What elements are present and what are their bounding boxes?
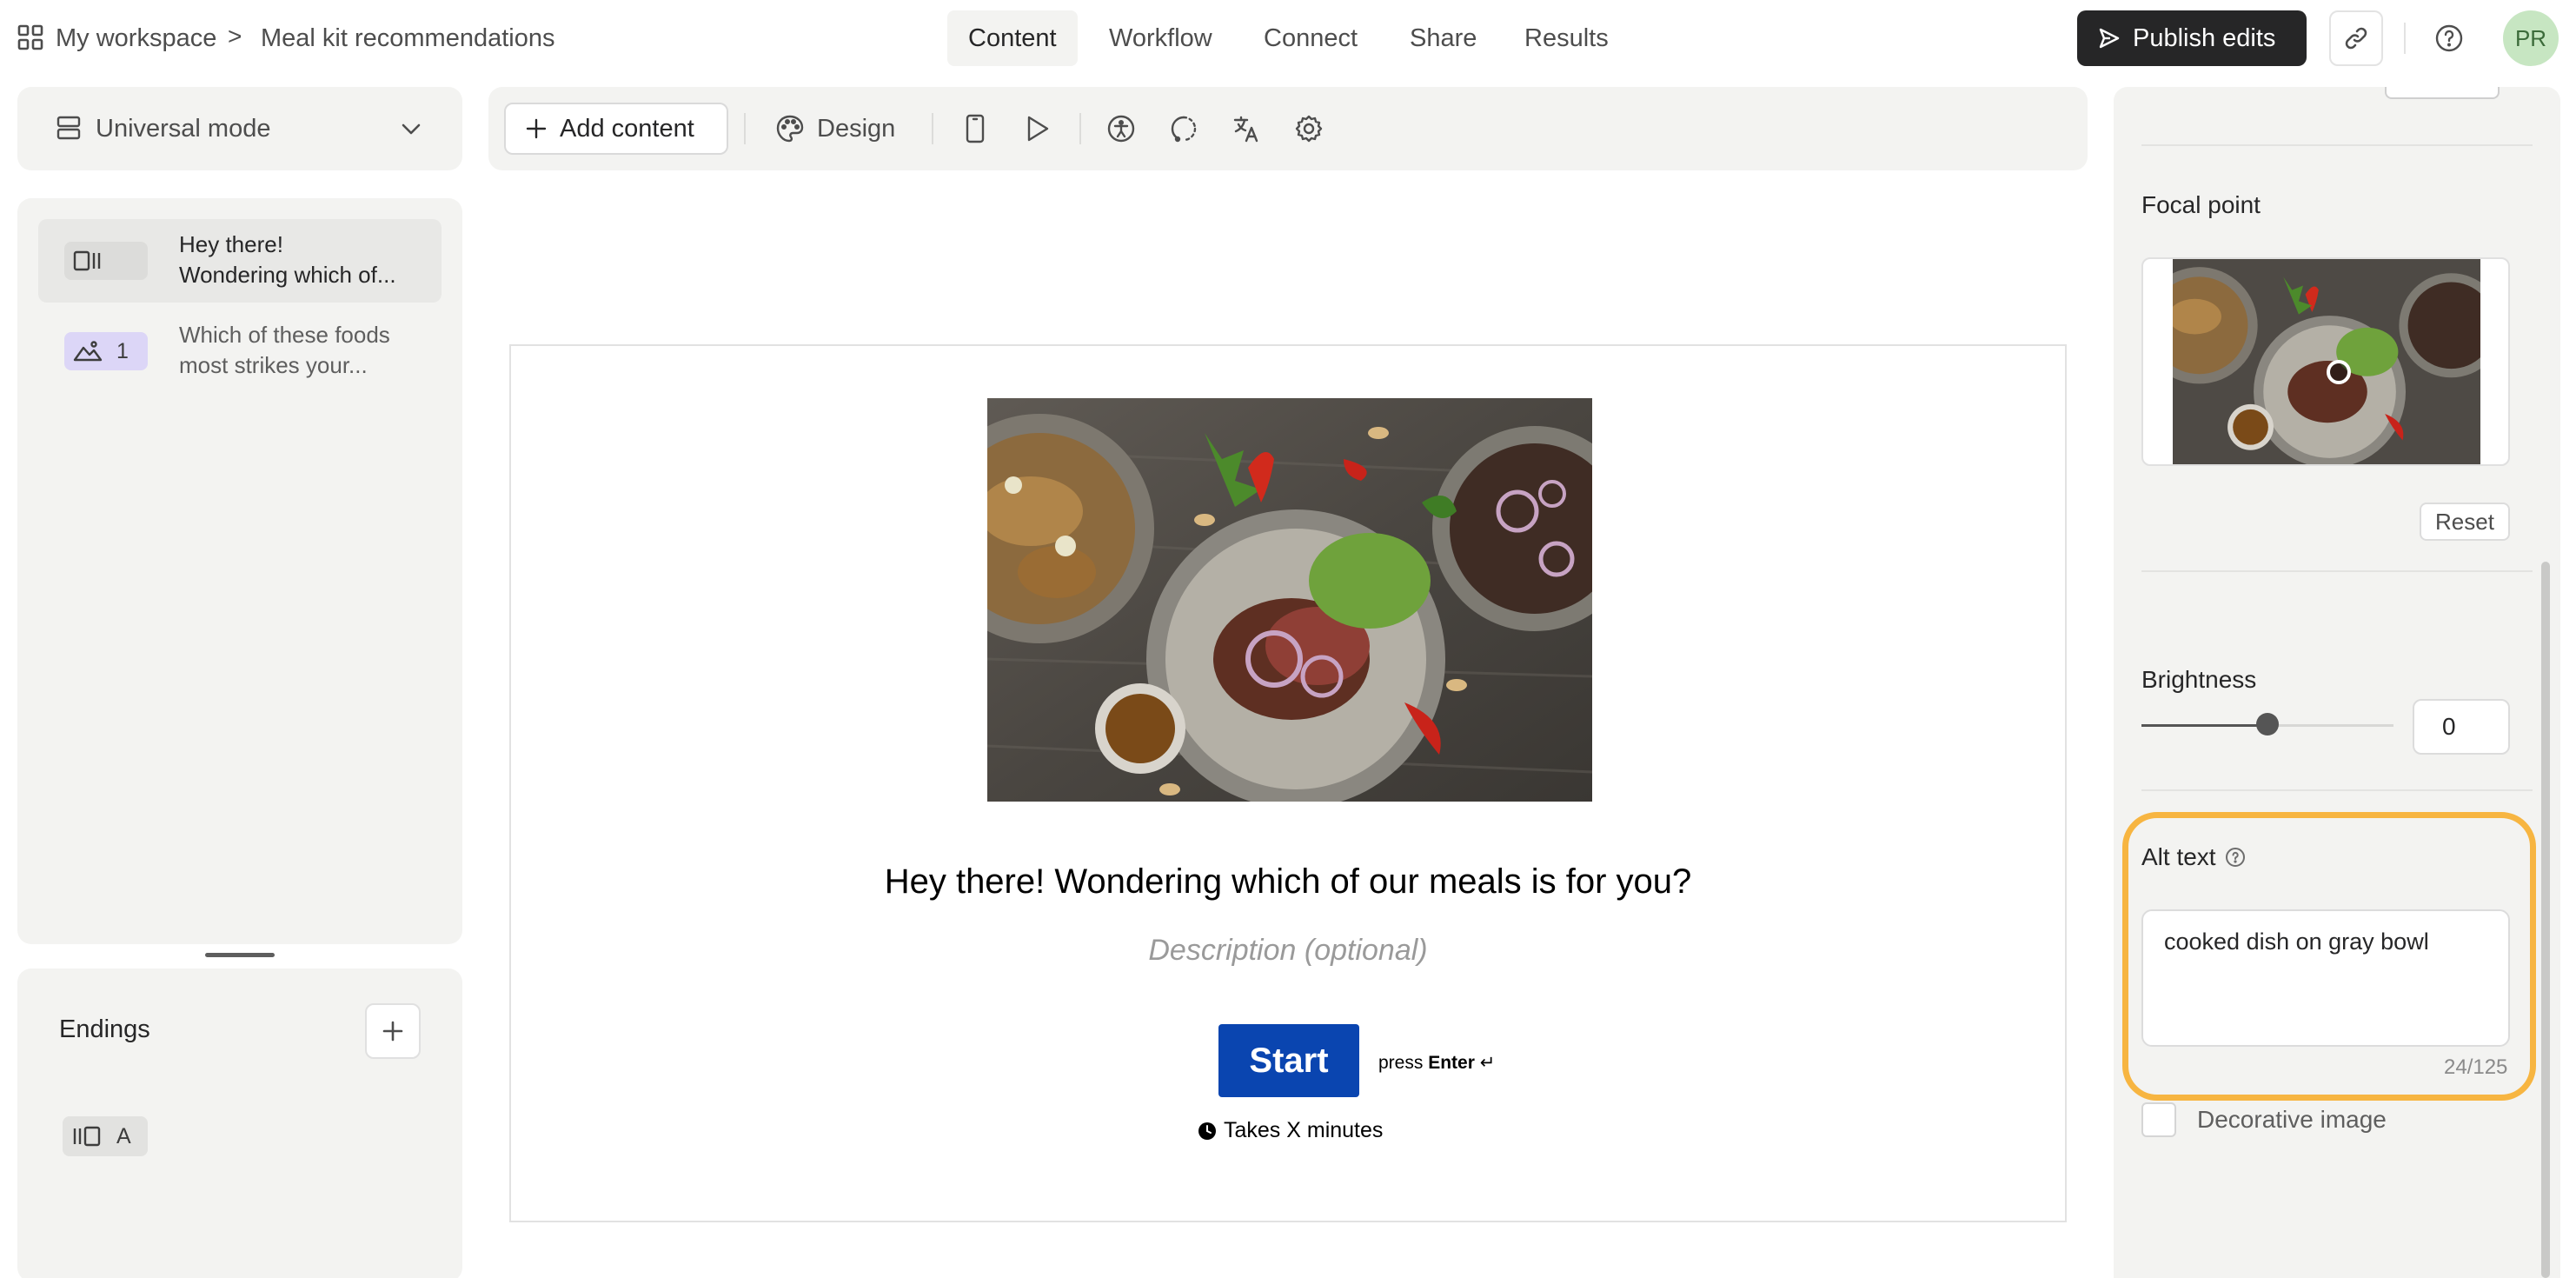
- description-placeholder[interactable]: Description (optional): [511, 934, 2065, 968]
- alt-text-label: Alt text: [2141, 843, 2216, 870]
- tab-share[interactable]: Share: [1389, 10, 1497, 66]
- mobile-preview-icon[interactable]: [958, 111, 993, 146]
- user-avatar[interactable]: PR: [2503, 10, 2559, 66]
- decorative-image-checkbox[interactable]: [2141, 1102, 2176, 1137]
- ending-label: A: [116, 1123, 131, 1148]
- focal-point-image: [2173, 259, 2480, 464]
- layout-mode-icon: [56, 115, 82, 141]
- question-list: Hey there! Wondering which of... 1 Which…: [17, 198, 462, 944]
- add-ending-button[interactable]: [365, 1003, 421, 1059]
- image-settings-panel: Focal point Reset Brightness 0 Alt text …: [2114, 87, 2560, 1278]
- editor-toolbar: Add content Design: [488, 87, 2088, 170]
- ending-screen-icon: [71, 1125, 101, 1148]
- section-divider: [2141, 570, 2533, 572]
- toolbar-divider: [744, 113, 746, 144]
- help-button[interactable]: [2428, 17, 2470, 59]
- reset-focal-point-button[interactable]: Reset: [2420, 503, 2510, 541]
- info-icon[interactable]: [2225, 847, 2246, 868]
- settings-icon[interactable]: [1291, 111, 1326, 146]
- alt-text-counter: 24/125: [2444, 1055, 2508, 1079]
- decorative-image-label[interactable]: Decorative image: [2197, 1106, 2387, 1134]
- toolbar-divider: [932, 113, 933, 144]
- section-divider: [2141, 144, 2533, 146]
- copy-link-button[interactable]: [2329, 10, 2383, 66]
- plus-icon: [381, 1019, 405, 1043]
- universal-mode-select[interactable]: Universal mode: [17, 87, 462, 170]
- breadcrumb-separator: >: [228, 23, 242, 50]
- welcome-screen-icon: [73, 250, 103, 272]
- question-item-welcome[interactable]: Hey there! Wondering which of...: [38, 219, 442, 303]
- question-item-text: Hey there! Wondering which of...: [179, 230, 440, 290]
- question-item-line1: Which of these foods: [179, 322, 390, 348]
- accessibility-icon[interactable]: [1104, 111, 1139, 146]
- chevron-down-icon: [400, 118, 422, 139]
- press-enter-hint: press Enter ↵: [1378, 1052, 1495, 1074]
- welcome-screen-image[interactable]: [987, 398, 1592, 802]
- welcome-screen-badge: [64, 242, 148, 280]
- breadcrumb-form-name[interactable]: Meal kit recommendations: [261, 21, 554, 56]
- brightness-slider-fill: [2141, 724, 2267, 727]
- publish-edits-label: Publish edits: [2133, 23, 2276, 52]
- tab-workflow[interactable]: Workflow: [1088, 10, 1233, 66]
- enter-key-icon: ↵: [1479, 1053, 1496, 1073]
- play-icon[interactable]: [1020, 111, 1055, 146]
- partially-visible-input[interactable]: [2385, 87, 2500, 99]
- toolbar-divider: [1079, 113, 1081, 144]
- time-to-complete: Takes X minutes: [1198, 1118, 1383, 1143]
- focal-point-label: Focal point: [2141, 191, 2261, 218]
- picture-choice-icon: [73, 339, 103, 363]
- tab-content[interactable]: Content: [947, 10, 1078, 66]
- welcome-title[interactable]: Hey there! Wondering which of our meals …: [511, 862, 2065, 902]
- question-item-text: Which of these foods most strikes your..…: [179, 320, 440, 381]
- brightness-slider-thumb[interactable]: [2256, 713, 2279, 736]
- help-icon: [2434, 23, 2464, 53]
- publish-edits-button[interactable]: Publish edits: [2077, 10, 2307, 66]
- brightness-input[interactable]: 0: [2413, 699, 2510, 755]
- start-button[interactable]: Start: [1218, 1024, 1359, 1097]
- section-divider: [2141, 789, 2533, 791]
- endings-title: Endings: [59, 1015, 150, 1043]
- endings-panel: Endings A: [17, 968, 462, 1278]
- breadcrumb-workspace[interactable]: My workspace: [56, 21, 216, 56]
- focal-point-handle[interactable]: [2327, 360, 2351, 384]
- focal-point-picker[interactable]: [2141, 257, 2510, 466]
- form-preview-canvas: Hey there! Wondering which of our meals …: [509, 344, 2067, 1222]
- panel-scrollbar[interactable]: [2541, 562, 2550, 1278]
- time-note-text: Takes X minutes: [1224, 1118, 1384, 1142]
- tab-results[interactable]: Results: [1504, 10, 1630, 66]
- enter-label: Enter: [1428, 1053, 1475, 1073]
- send-icon: [2098, 27, 2121, 50]
- plus-icon: [525, 117, 548, 140]
- question-number: 1: [116, 338, 129, 363]
- apps-grid-icon[interactable]: [17, 24, 43, 50]
- topbar-divider: [2404, 23, 2406, 54]
- question-item-line2: most strikes your...: [179, 352, 368, 378]
- translate-icon[interactable]: [1229, 111, 1264, 146]
- picture-choice-badge: 1: [64, 332, 148, 370]
- alt-text-input[interactable]: cooked dish on gray bowl: [2141, 909, 2510, 1047]
- logic-icon[interactable]: [1166, 111, 1201, 146]
- top-bar: My workspace > Meal kit recommendations …: [0, 0, 2576, 77]
- press-label: press: [1378, 1053, 1424, 1073]
- palette-icon: [775, 114, 805, 143]
- design-button[interactable]: Design: [775, 103, 895, 155]
- brightness-label: Brightness: [2141, 666, 2257, 693]
- question-item-line1: Hey there!: [179, 231, 283, 257]
- clock-icon: [1198, 1122, 1217, 1141]
- design-label: Design: [817, 114, 896, 143]
- universal-mode-label: Universal mode: [96, 115, 271, 143]
- alt-text-label-row: Alt text: [2141, 843, 2246, 871]
- link-icon: [2343, 25, 2369, 51]
- ending-item-a[interactable]: A: [63, 1116, 148, 1156]
- question-item-1[interactable]: 1 Which of these foods most strikes your…: [38, 310, 442, 393]
- panel-resize-handle[interactable]: [205, 953, 275, 957]
- tab-connect[interactable]: Connect: [1243, 10, 1378, 66]
- question-item-line2: Wondering which of...: [179, 262, 396, 288]
- add-content-label: Add content: [560, 114, 694, 143]
- add-content-button[interactable]: Add content: [504, 103, 728, 155]
